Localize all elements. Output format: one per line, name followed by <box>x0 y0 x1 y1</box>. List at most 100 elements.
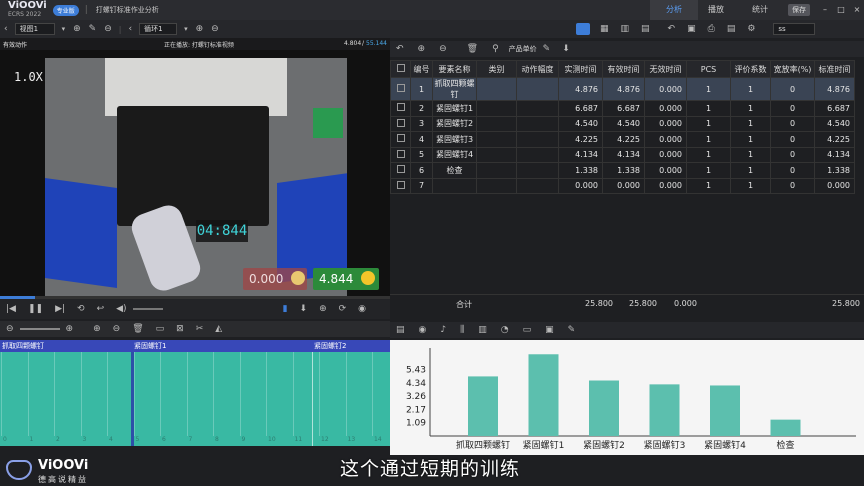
menu-stats[interactable]: 统计 <box>740 0 780 20</box>
table-cell[interactable] <box>476 177 517 194</box>
chevron-left-icon[interactable]: ‹ <box>4 24 8 34</box>
table-cell[interactable]: 1 <box>730 131 771 148</box>
video-icon[interactable]: ▣ <box>687 24 696 34</box>
table-cell[interactable]: 检查 <box>432 162 477 179</box>
table-cell[interactable]: 0 <box>770 146 815 163</box>
table-cell[interactable] <box>476 146 517 163</box>
table-cell[interactable]: 0 <box>770 115 815 132</box>
folder-icon[interactable]: ▭ <box>523 325 532 335</box>
refresh-icon[interactable]: ⟳ <box>339 304 347 314</box>
table-cell[interactable]: 1 <box>686 146 731 163</box>
column-header[interactable]: 要素名称 <box>432 60 477 78</box>
zoom-out-icon[interactable]: ⊖ <box>6 324 14 334</box>
chart-bar[interactable] <box>589 380 619 436</box>
table-cell[interactable]: 1 <box>686 131 731 148</box>
layout-grid-icon[interactable] <box>576 23 590 35</box>
column-header[interactable]: 无效时间 <box>644 60 687 78</box>
print-icon[interactable]: ⎙ <box>708 24 715 34</box>
minimize-icon[interactable]: – <box>818 0 832 20</box>
zoom-in-icon[interactable]: ⊕ <box>66 324 74 334</box>
table-cell[interactable]: 0.000 <box>644 146 687 163</box>
chart-bar[interactable] <box>649 384 680 436</box>
row-checkbox[interactable] <box>390 162 411 179</box>
equalizer-icon[interactable]: ⫼ <box>460 325 464 335</box>
maximize-icon[interactable]: □ <box>834 0 848 20</box>
table-cell[interactable]: 1 <box>686 177 731 194</box>
table-cell[interactable]: 0 <box>770 177 815 194</box>
table-cell[interactable] <box>516 162 559 179</box>
table-cell[interactable]: 紧固螺钉2 <box>432 115 477 132</box>
edit-icon[interactable]: ✎ <box>89 24 97 34</box>
remove-icon[interactable]: ⊖ <box>211 24 219 34</box>
table-cell[interactable]: 4.225 <box>558 131 603 148</box>
table-cell[interactable]: 0.000 <box>602 177 645 194</box>
table-cell[interactable]: 1 <box>730 146 771 163</box>
table-cell[interactable]: 0.000 <box>644 162 687 179</box>
menu-play[interactable]: 播放 <box>696 0 736 20</box>
table-cell[interactable]: 4.134 <box>558 146 603 163</box>
chart-bar[interactable] <box>770 419 801 436</box>
layout-cols-icon[interactable]: ▥ <box>621 24 630 34</box>
table-cell[interactable]: 0.000 <box>558 177 603 194</box>
table-cell[interactable]: 2 <box>410 100 433 117</box>
table-row[interactable]: 7 0.000 0.000 0.000 1 1 0 0.000 <box>390 177 855 194</box>
table-cell[interactable]: 0 <box>770 131 815 148</box>
table-cell[interactable]: 4.540 <box>558 115 603 132</box>
table-cell[interactable]: 1 <box>686 115 731 132</box>
export-icon[interactable]: ▤ <box>727 24 736 34</box>
table-cell[interactable]: 6.687 <box>602 100 645 117</box>
row-checkbox[interactable] <box>390 131 411 148</box>
table-row[interactable]: 4 紧固螺钉3 4.225 4.225 0.000 1 1 0 4.225 <box>390 131 855 148</box>
table-cell[interactable]: 1 <box>410 77 433 101</box>
select-all-checkbox[interactable] <box>390 60 411 78</box>
table-cell[interactable] <box>516 177 559 194</box>
mirror-icon[interactable]: ◭ <box>215 324 222 334</box>
camera-icon[interactable]: ◉ <box>419 325 427 335</box>
table-cell[interactable] <box>516 77 559 101</box>
table-cell[interactable]: 1.338 <box>558 162 603 179</box>
table-cell[interactable] <box>476 77 517 101</box>
table-cell[interactable]: 1 <box>730 77 771 101</box>
loop-icon[interactable]: ⟲ <box>77 304 85 314</box>
pie-chart-icon[interactable]: ◔ <box>501 325 509 335</box>
column-header[interactable]: PCS <box>686 60 731 78</box>
row-checkbox[interactable] <box>390 115 411 132</box>
table-cell[interactable] <box>432 177 477 194</box>
bar-chart-icon[interactable]: ▥ <box>478 325 487 335</box>
table-cell[interactable]: 4.225 <box>602 131 645 148</box>
table-cell[interactable]: 0.000 <box>644 100 687 117</box>
table-cell[interactable]: 4 <box>410 131 433 148</box>
table-cell[interactable]: 6 <box>410 162 433 179</box>
layout-table-icon[interactable]: ▤ <box>641 24 650 34</box>
add-segment-icon[interactable]: ⊕ <box>93 324 101 334</box>
column-header[interactable]: 编号 <box>410 60 433 78</box>
gear-icon[interactable]: ⚙ <box>747 24 755 34</box>
column-header[interactable]: 评价系数 <box>730 60 771 78</box>
table-cell[interactable]: 0 <box>770 100 815 117</box>
row-checkbox[interactable] <box>390 146 411 163</box>
segment-label[interactable]: 抓取四颗螺钉 <box>2 341 44 351</box>
column-header[interactable]: 有效时间 <box>602 60 645 78</box>
table-cell[interactable]: 4.876 <box>558 77 603 101</box>
delete-icon[interactable]: 🗑 <box>132 324 143 334</box>
pause-icon[interactable]: ❚❚ <box>28 304 43 314</box>
table-cell[interactable]: 4.540 <box>602 115 645 132</box>
table-cell[interactable]: 0.000 <box>644 115 687 132</box>
table-cell[interactable]: 1 <box>730 100 771 117</box>
add-icon[interactable]: ⊕ <box>73 24 81 34</box>
table-cell[interactable] <box>516 100 559 117</box>
table-cell[interactable] <box>476 115 517 132</box>
add-row-icon[interactable]: ⊕ <box>418 44 426 54</box>
split-icon[interactable]: ⊠ <box>176 324 184 334</box>
row-checkbox[interactable] <box>390 77 411 101</box>
table-cell[interactable]: 4.876 <box>814 77 855 101</box>
download-icon[interactable]: ⬇ <box>300 304 308 314</box>
table-cell[interactable] <box>476 100 517 117</box>
chevron-down-icon[interactable]: ▾ <box>184 25 188 33</box>
table-cell[interactable]: 6.687 <box>814 100 855 117</box>
table-cell[interactable]: 0 <box>770 162 815 179</box>
unit-price-label[interactable]: 产品单价 <box>509 44 537 54</box>
table-cell[interactable]: 4.540 <box>814 115 855 132</box>
table-cell[interactable]: 3 <box>410 115 433 132</box>
table-cell[interactable] <box>516 115 559 132</box>
